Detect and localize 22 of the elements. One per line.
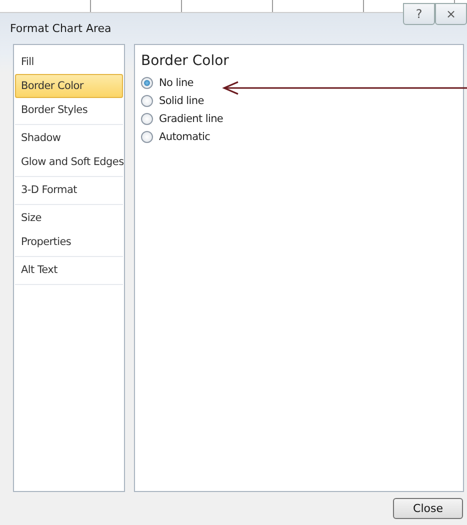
category-item[interactable]: 3-D Format: [15, 178, 123, 202]
category-item[interactable]: Border Color: [15, 74, 123, 98]
radio-label[interactable]: Automatic: [159, 131, 210, 143]
category-item[interactable]: Alt Text: [15, 258, 123, 282]
panel-heading: Border Color: [141, 53, 230, 69]
close-button[interactable]: ×: [435, 3, 467, 25]
radio-button[interactable]: [141, 95, 153, 107]
radio-label[interactable]: No line: [159, 77, 194, 89]
category-item[interactable]: Glow and Soft Edges: [15, 150, 123, 174]
radio-label[interactable]: Solid line: [159, 95, 204, 107]
close-dialog-button[interactable]: Close: [393, 498, 463, 519]
window-title: Format Chart Area: [10, 22, 112, 34]
category-item[interactable]: Border Styles: [15, 98, 123, 122]
radio-button[interactable]: [141, 77, 153, 89]
category-item[interactable]: Properties: [15, 230, 123, 254]
help-button[interactable]: ?: [403, 3, 435, 25]
radio-button[interactable]: [141, 113, 153, 125]
radio-button[interactable]: [141, 131, 153, 143]
category-item[interactable]: Fill: [15, 50, 123, 74]
category-item[interactable]: Shadow: [15, 126, 123, 150]
radio-label[interactable]: Gradient line: [159, 113, 224, 125]
category-item[interactable]: Size: [15, 206, 123, 230]
